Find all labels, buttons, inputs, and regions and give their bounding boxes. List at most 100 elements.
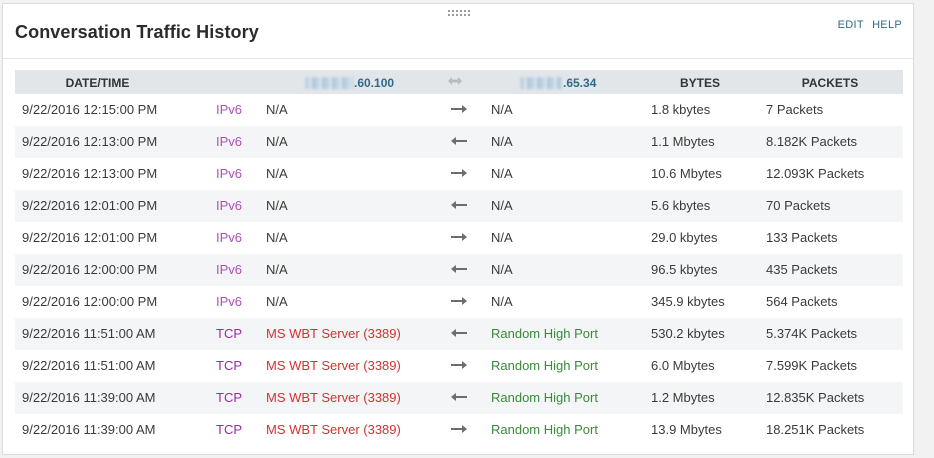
cell-destination-service: N/A	[491, 262, 513, 277]
cell-protocol: IPv6	[216, 102, 243, 117]
arrow-right-icon	[450, 359, 468, 371]
cell-protocol: IPv6	[216, 230, 243, 245]
cell-protocol: IPv6	[216, 198, 243, 213]
cell-packets: 5.374K Packets	[766, 326, 858, 341]
cell-bytes: 530.2 kbytes	[651, 326, 725, 341]
column-header-bytes[interactable]: BYTES	[655, 76, 745, 90]
panel-header-links: EDIT HELP	[833, 19, 902, 31]
cell-bytes: 1.2 Mbytes	[651, 390, 715, 405]
cell-packets: 18.251K Packets	[766, 422, 865, 437]
cell-protocol: IPv6	[216, 262, 243, 277]
cell-destination-service: Random High Port	[491, 422, 598, 437]
cell-packets: 70 Packets	[766, 198, 831, 213]
title-divider	[3, 58, 913, 59]
table-row[interactable]: 9/22/2016 12:00:00 PM IPv6 N/A N/A 345.9 kby…	[15, 286, 903, 318]
cell-packets: 7.599K Packets	[766, 358, 858, 373]
cell-packets: 564 Packets	[766, 294, 838, 309]
redacted-address	[520, 77, 562, 89]
cell-packets: 435 Packets	[766, 262, 838, 277]
cell-source-service: N/A	[266, 102, 288, 117]
conversation-traffic-panel: Conversation Traffic History EDIT HELP D…	[2, 3, 914, 455]
cell-destination-service: Random High Port	[491, 326, 598, 341]
table-row[interactable]: 9/22/2016 12:15:00 PM IPv6 N/A N/A 1.8 kbyte…	[15, 94, 903, 126]
cell-bytes: 10.6 Mbytes	[651, 166, 722, 181]
table-header: DATE/TIME .60.100 .65.34 BYTES PACKETS	[15, 70, 903, 94]
cell-protocol: IPv6	[216, 134, 243, 149]
edit-link[interactable]: EDIT	[838, 19, 864, 31]
cell-datetime: 9/22/2016 12:00:00 PM	[22, 294, 158, 309]
cell-protocol: IPv6	[216, 166, 243, 181]
arrow-right-icon	[450, 423, 468, 435]
arrow-left-icon	[450, 391, 468, 403]
cell-protocol: TCP	[216, 390, 242, 405]
cell-bytes: 6.0 Mbytes	[651, 358, 715, 373]
traffic-table: DATE/TIME .60.100 .65.34 BYTES PACKETS 9…	[15, 70, 903, 446]
cell-bytes: 96.5 kbytes	[651, 262, 718, 277]
cell-bytes: 345.9 kbytes	[651, 294, 725, 309]
table-row[interactable]: 9/22/2016 11:39:00 AM TCP MS WBT Server (3…	[15, 382, 903, 414]
cell-datetime: 9/22/2016 12:01:00 PM	[22, 198, 158, 213]
table-row[interactable]: 9/22/2016 11:51:00 AM TCP MS WBT Server (3…	[15, 318, 903, 350]
cell-packets: 12.093K Packets	[766, 166, 865, 181]
column-header-host-b[interactable]: .65.34	[520, 76, 635, 90]
table-row[interactable]: 9/22/2016 11:39:00 AM TCP MS WBT Server (3…	[15, 414, 903, 446]
table-row[interactable]: 9/22/2016 12:01:00 PM IPv6 N/A N/A 5.6 kbyte…	[15, 190, 903, 222]
table-row[interactable]: 9/22/2016 11:51:00 AM TCP MS WBT Server (3…	[15, 350, 903, 382]
help-link[interactable]: HELP	[872, 19, 902, 31]
table-body: 9/22/2016 12:15:00 PM IPv6 N/A N/A 1.8 kbyte…	[15, 94, 903, 446]
cell-source-service: MS WBT Server (3389)	[266, 390, 401, 405]
drag-handle-icon[interactable]	[448, 10, 470, 18]
swap-arrows-icon[interactable]	[447, 74, 463, 88]
arrow-right-icon	[450, 231, 468, 243]
cell-destination-service: N/A	[491, 102, 513, 117]
cell-protocol: IPv6	[216, 294, 243, 309]
cell-datetime: 9/22/2016 11:51:00 AM	[22, 326, 156, 341]
arrow-right-icon	[450, 103, 468, 115]
cell-datetime: 9/22/2016 12:01:00 PM	[22, 230, 158, 245]
column-header-packets[interactable]: PACKETS	[775, 76, 885, 90]
cell-source-service: N/A	[266, 262, 288, 277]
cell-source-service: N/A	[266, 134, 288, 149]
column-header-datetime[interactable]: DATE/TIME	[15, 76, 180, 90]
cell-destination-service: N/A	[491, 294, 513, 309]
cell-source-service: MS WBT Server (3389)	[266, 326, 401, 341]
arrow-right-icon	[450, 167, 468, 179]
panel-title: Conversation Traffic History	[15, 22, 259, 42]
cell-bytes: 1.1 Mbytes	[651, 134, 715, 149]
cell-protocol: TCP	[216, 326, 242, 341]
table-row[interactable]: 9/22/2016 12:13:00 PM IPv6 N/A N/A 10.6 Mbyt…	[15, 158, 903, 190]
cell-destination-service: N/A	[491, 166, 513, 181]
cell-datetime: 9/22/2016 12:15:00 PM	[22, 102, 158, 117]
cell-protocol: TCP	[216, 358, 242, 373]
arrow-left-icon	[450, 199, 468, 211]
cell-datetime: 9/22/2016 11:39:00 AM	[22, 422, 156, 437]
table-row[interactable]: 9/22/2016 12:01:00 PM IPv6 N/A N/A 29.0 kbyt…	[15, 222, 903, 254]
table-row[interactable]: 9/22/2016 12:13:00 PM IPv6 N/A N/A 1.1 Mbyte…	[15, 126, 903, 158]
cell-destination-service: N/A	[491, 198, 513, 213]
cell-packets: 8.182K Packets	[766, 134, 858, 149]
cell-bytes: 29.0 kbytes	[651, 230, 718, 245]
arrow-right-icon	[450, 295, 468, 307]
cell-packets: 12.835K Packets	[766, 390, 865, 405]
cell-datetime: 9/22/2016 11:51:00 AM	[22, 358, 156, 373]
arrow-left-icon	[450, 263, 468, 275]
host-b-suffix: .65.34	[563, 76, 597, 90]
cell-source-service: N/A	[266, 294, 288, 309]
cell-bytes: 5.6 kbytes	[651, 198, 711, 213]
arrow-left-icon	[450, 135, 468, 147]
cell-datetime: 9/22/2016 12:00:00 PM	[22, 262, 158, 277]
column-header-host-a[interactable]: .60.100	[305, 76, 420, 90]
cell-destination-service: Random High Port	[491, 390, 598, 405]
arrow-left-icon	[450, 327, 468, 339]
cell-source-service: N/A	[266, 230, 288, 245]
redacted-address	[305, 77, 353, 89]
cell-destination-service: N/A	[491, 134, 513, 149]
cell-destination-service: N/A	[491, 230, 513, 245]
host-a-suffix: .60.100	[354, 76, 395, 90]
cell-protocol: TCP	[216, 422, 242, 437]
cell-source-service: MS WBT Server (3389)	[266, 358, 401, 373]
cell-source-service: N/A	[266, 166, 288, 181]
cell-packets: 133 Packets	[766, 230, 838, 245]
table-row[interactable]: 9/22/2016 12:00:00 PM IPv6 N/A N/A 96.5 kbyt…	[15, 254, 903, 286]
cell-bytes: 13.9 Mbytes	[651, 422, 722, 437]
